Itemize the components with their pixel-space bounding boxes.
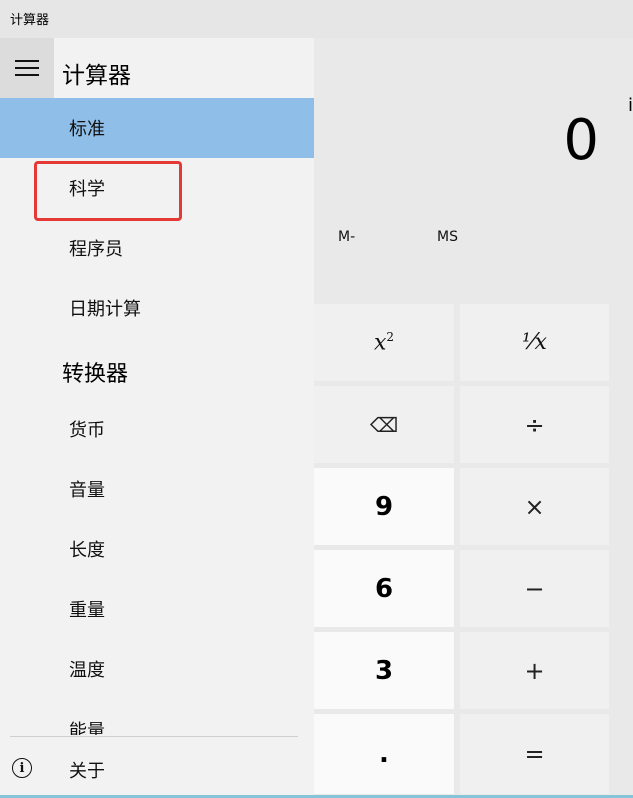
- display-edge-char: i: [627, 95, 633, 116]
- nav-item-label: 日期计算: [69, 299, 141, 320]
- nav-item-standard[interactable]: 标准: [0, 98, 314, 158]
- divide-button[interactable]: ÷: [460, 386, 609, 463]
- plus-button[interactable]: +: [460, 632, 609, 709]
- nav-item-length[interactable]: 长度: [0, 519, 314, 579]
- memory-subtract-button[interactable]: M-: [338, 229, 355, 245]
- result-display: 0: [563, 108, 599, 173]
- multiply-button[interactable]: ×: [460, 468, 609, 545]
- annotation-highlight-box: [34, 161, 182, 221]
- converter-section-header: 转换器: [62, 362, 129, 387]
- reciprocal-button[interactable]: ⅟x: [460, 304, 609, 381]
- nav-item-energy[interactable]: 能量: [0, 699, 314, 735]
- nav-item-temperature[interactable]: 温度: [0, 639, 314, 699]
- decimal-button[interactable]: .: [314, 714, 454, 794]
- nav-item-label: 程序员: [69, 239, 123, 260]
- square-label: x2: [373, 329, 395, 356]
- nav-title: 计算器: [62, 63, 131, 89]
- window-title: 计算器: [10, 13, 50, 28]
- nav-item-label: 音量: [69, 480, 105, 501]
- divide-icon: ÷: [524, 410, 545, 439]
- digit-3-button[interactable]: 3: [314, 632, 454, 709]
- multiply-icon: ×: [524, 492, 545, 521]
- nav-item-label: 能量: [69, 721, 105, 735]
- nav-item-label: 温度: [69, 660, 105, 681]
- nav-item-currency[interactable]: 货币: [0, 399, 314, 459]
- digit-6-button[interactable]: 6: [314, 550, 454, 627]
- nav-divider: [10, 736, 298, 737]
- info-icon: i: [12, 758, 32, 778]
- hamburger-icon: [15, 59, 39, 77]
- about-label: 关于: [69, 761, 105, 782]
- equals-icon: =: [524, 740, 545, 768]
- nav-item-weight[interactable]: 重量: [0, 579, 314, 639]
- nav-item-date-calculation[interactable]: 日期计算: [0, 278, 314, 338]
- digit-6-label: 6: [374, 573, 394, 604]
- plus-icon: +: [524, 656, 545, 685]
- nav-item-label: 重量: [69, 600, 105, 621]
- minus-icon: −: [524, 574, 545, 603]
- reciprocal-label: ⅟x: [522, 330, 547, 355]
- equals-button[interactable]: =: [460, 714, 609, 794]
- nav-item-label: 货币: [69, 420, 105, 441]
- digit-9-button[interactable]: 9: [314, 468, 454, 545]
- backspace-button[interactable]: ⌫: [314, 386, 454, 463]
- decimal-label: .: [379, 739, 389, 769]
- digit-9-label: 9: [374, 491, 394, 522]
- digit-3-label: 3: [374, 655, 394, 686]
- nav-item-volume[interactable]: 音量: [0, 459, 314, 519]
- backspace-icon: ⌫: [369, 412, 399, 437]
- nav-item-about[interactable]: i 关于: [0, 745, 314, 795]
- nav-item-label: 标准: [69, 119, 105, 140]
- title-bar: 计算器: [0, 0, 633, 38]
- nav-item-programmer[interactable]: 程序员: [0, 218, 314, 278]
- nav-item-label: 长度: [69, 540, 105, 561]
- navigation-pane: 计算器 标准 科学 程序员 日期计算 转换器 货币 音量 长度 重量 温度 能量…: [0, 38, 314, 798]
- square-button[interactable]: x2: [314, 304, 454, 381]
- menu-button[interactable]: [0, 38, 54, 98]
- memory-store-button[interactable]: MS: [437, 229, 458, 245]
- minus-button[interactable]: −: [460, 550, 609, 627]
